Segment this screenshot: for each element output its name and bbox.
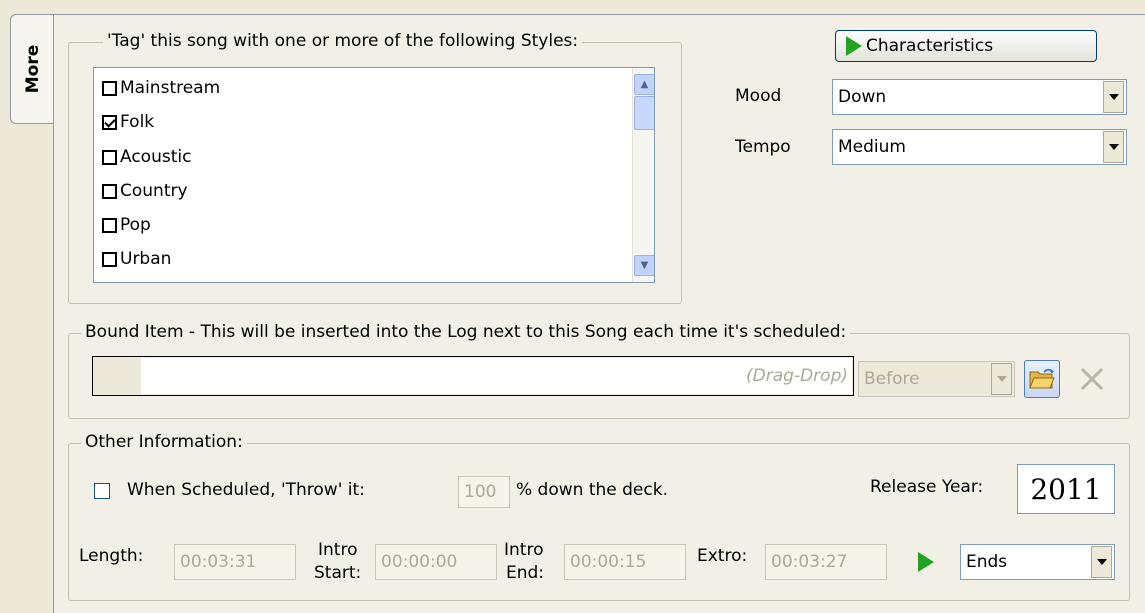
close-icon: [1080, 367, 1104, 391]
throw-percent-field[interactable]: 100: [458, 476, 510, 508]
mood-value: Down: [838, 87, 887, 107]
styles-scrollbar[interactable]: ▲ ▼: [632, 68, 654, 282]
play-icon: [846, 36, 862, 56]
tab-more-label: More: [22, 44, 43, 94]
bound-item-drop-area[interactable]: (Drag-Drop): [141, 358, 852, 394]
style-label: Folk: [120, 112, 155, 132]
length-value: 00:03:31: [180, 552, 257, 572]
throw-label: When Scheduled, 'Throw' it:: [127, 480, 365, 500]
intro-end-field[interactable]: 00:00:15: [564, 544, 686, 580]
tempo-value: Medium: [838, 137, 906, 157]
chevron-down-icon: [1108, 144, 1119, 150]
extro-field[interactable]: 00:03:27: [765, 544, 887, 580]
intro-start-field[interactable]: 00:00:00: [375, 544, 497, 580]
style-label: Country: [120, 181, 188, 201]
browse-button[interactable]: [1024, 360, 1060, 398]
tempo-dropdown-button[interactable]: [1103, 131, 1124, 163]
intro-end-label-1: Intro: [504, 540, 544, 560]
intro-end-value: 00:00:15: [570, 552, 647, 572]
play-button[interactable]: [913, 547, 939, 577]
clear-button[interactable]: [1074, 360, 1110, 398]
chevron-down-icon: [1096, 559, 1107, 565]
chevron-up-icon: ▲: [640, 79, 649, 90]
tempo-select[interactable]: Medium: [832, 129, 1127, 165]
throw-checkbox[interactable]: [94, 483, 110, 499]
style-item-pop[interactable]: Pop: [102, 213, 151, 237]
chevron-down-icon: ▼: [640, 260, 649, 271]
style-item-folk[interactable]: Folk: [102, 110, 154, 134]
chevron-down-icon: [1108, 94, 1119, 100]
ending-value: Ends: [966, 552, 1008, 572]
style-label: Mainstream: [120, 78, 221, 98]
release-year-field[interactable]: 2011: [1017, 464, 1115, 514]
throw-percent-value: 100: [464, 482, 497, 502]
length-label: Length:: [79, 546, 144, 566]
ending-select[interactable]: Ends: [960, 544, 1115, 580]
style-label: Acoustic: [120, 147, 192, 167]
intro-start-label-2: Start:: [314, 563, 362, 583]
other-info-legend: Other Information:: [81, 432, 247, 452]
scroll-down-button[interactable]: ▼: [634, 255, 654, 276]
style-item-mainstream[interactable]: Mainstream: [102, 76, 220, 100]
bound-item-legend: Bound Item - This will be inserted into …: [81, 322, 851, 342]
tab-more[interactable]: More: [10, 14, 54, 124]
play-icon: [918, 552, 934, 572]
style-checkbox[interactable]: [102, 149, 117, 165]
scroll-thumb[interactable]: [634, 96, 654, 130]
extro-value: 00:03:27: [771, 552, 848, 572]
tempo-label: Tempo: [735, 137, 791, 157]
style-checkbox[interactable]: [102, 251, 117, 267]
characteristics-label: Characteristics: [866, 36, 994, 56]
style-item-acoustic[interactable]: Acoustic: [102, 145, 191, 169]
ending-dropdown-button[interactable]: [1091, 546, 1112, 578]
style-checkbox[interactable]: [102, 183, 117, 199]
release-year-label: Release Year:: [870, 477, 984, 497]
intro-end-label-2: End:: [506, 563, 545, 583]
bound-item-field[interactable]: (Drag-Drop): [92, 356, 854, 396]
bound-item-placeholder: (Drag-Drop): [746, 366, 848, 386]
styles-group-legend: 'Tag' this song with one or more of the …: [103, 31, 583, 51]
style-checkbox[interactable]: [102, 80, 117, 96]
style-label: Pop: [120, 215, 151, 235]
release-year-value: 2011: [1030, 472, 1102, 506]
styles-list[interactable]: Mainstream Folk Acoustic Country Pop Urb…: [93, 67, 655, 283]
characteristics-button[interactable]: Characteristics: [835, 30, 1097, 62]
mood-dropdown-button[interactable]: [1103, 81, 1124, 113]
bound-position-select[interactable]: Before: [858, 361, 1015, 397]
chevron-down-icon: [996, 376, 1007, 382]
scroll-up-button[interactable]: ▲: [634, 74, 654, 95]
style-label: Urban: [120, 249, 172, 269]
bound-position-dropdown[interactable]: [991, 363, 1012, 395]
style-checkbox[interactable]: [102, 217, 117, 233]
mood-label: Mood: [735, 86, 782, 106]
mood-select[interactable]: Down: [832, 79, 1127, 115]
length-field[interactable]: 00:03:31: [174, 544, 296, 580]
style-checkbox[interactable]: [102, 114, 117, 130]
extro-label: Extro:: [697, 546, 748, 566]
throw-suffix: % down the deck.: [516, 480, 668, 500]
bound-position-value: Before: [864, 369, 920, 389]
style-item-urban[interactable]: Urban: [102, 247, 171, 271]
style-item-country[interactable]: Country: [102, 179, 188, 203]
intro-start-value: 00:00:00: [381, 552, 458, 572]
folder-open-icon: [1029, 368, 1055, 389]
intro-start-label-1: Intro: [318, 540, 358, 560]
